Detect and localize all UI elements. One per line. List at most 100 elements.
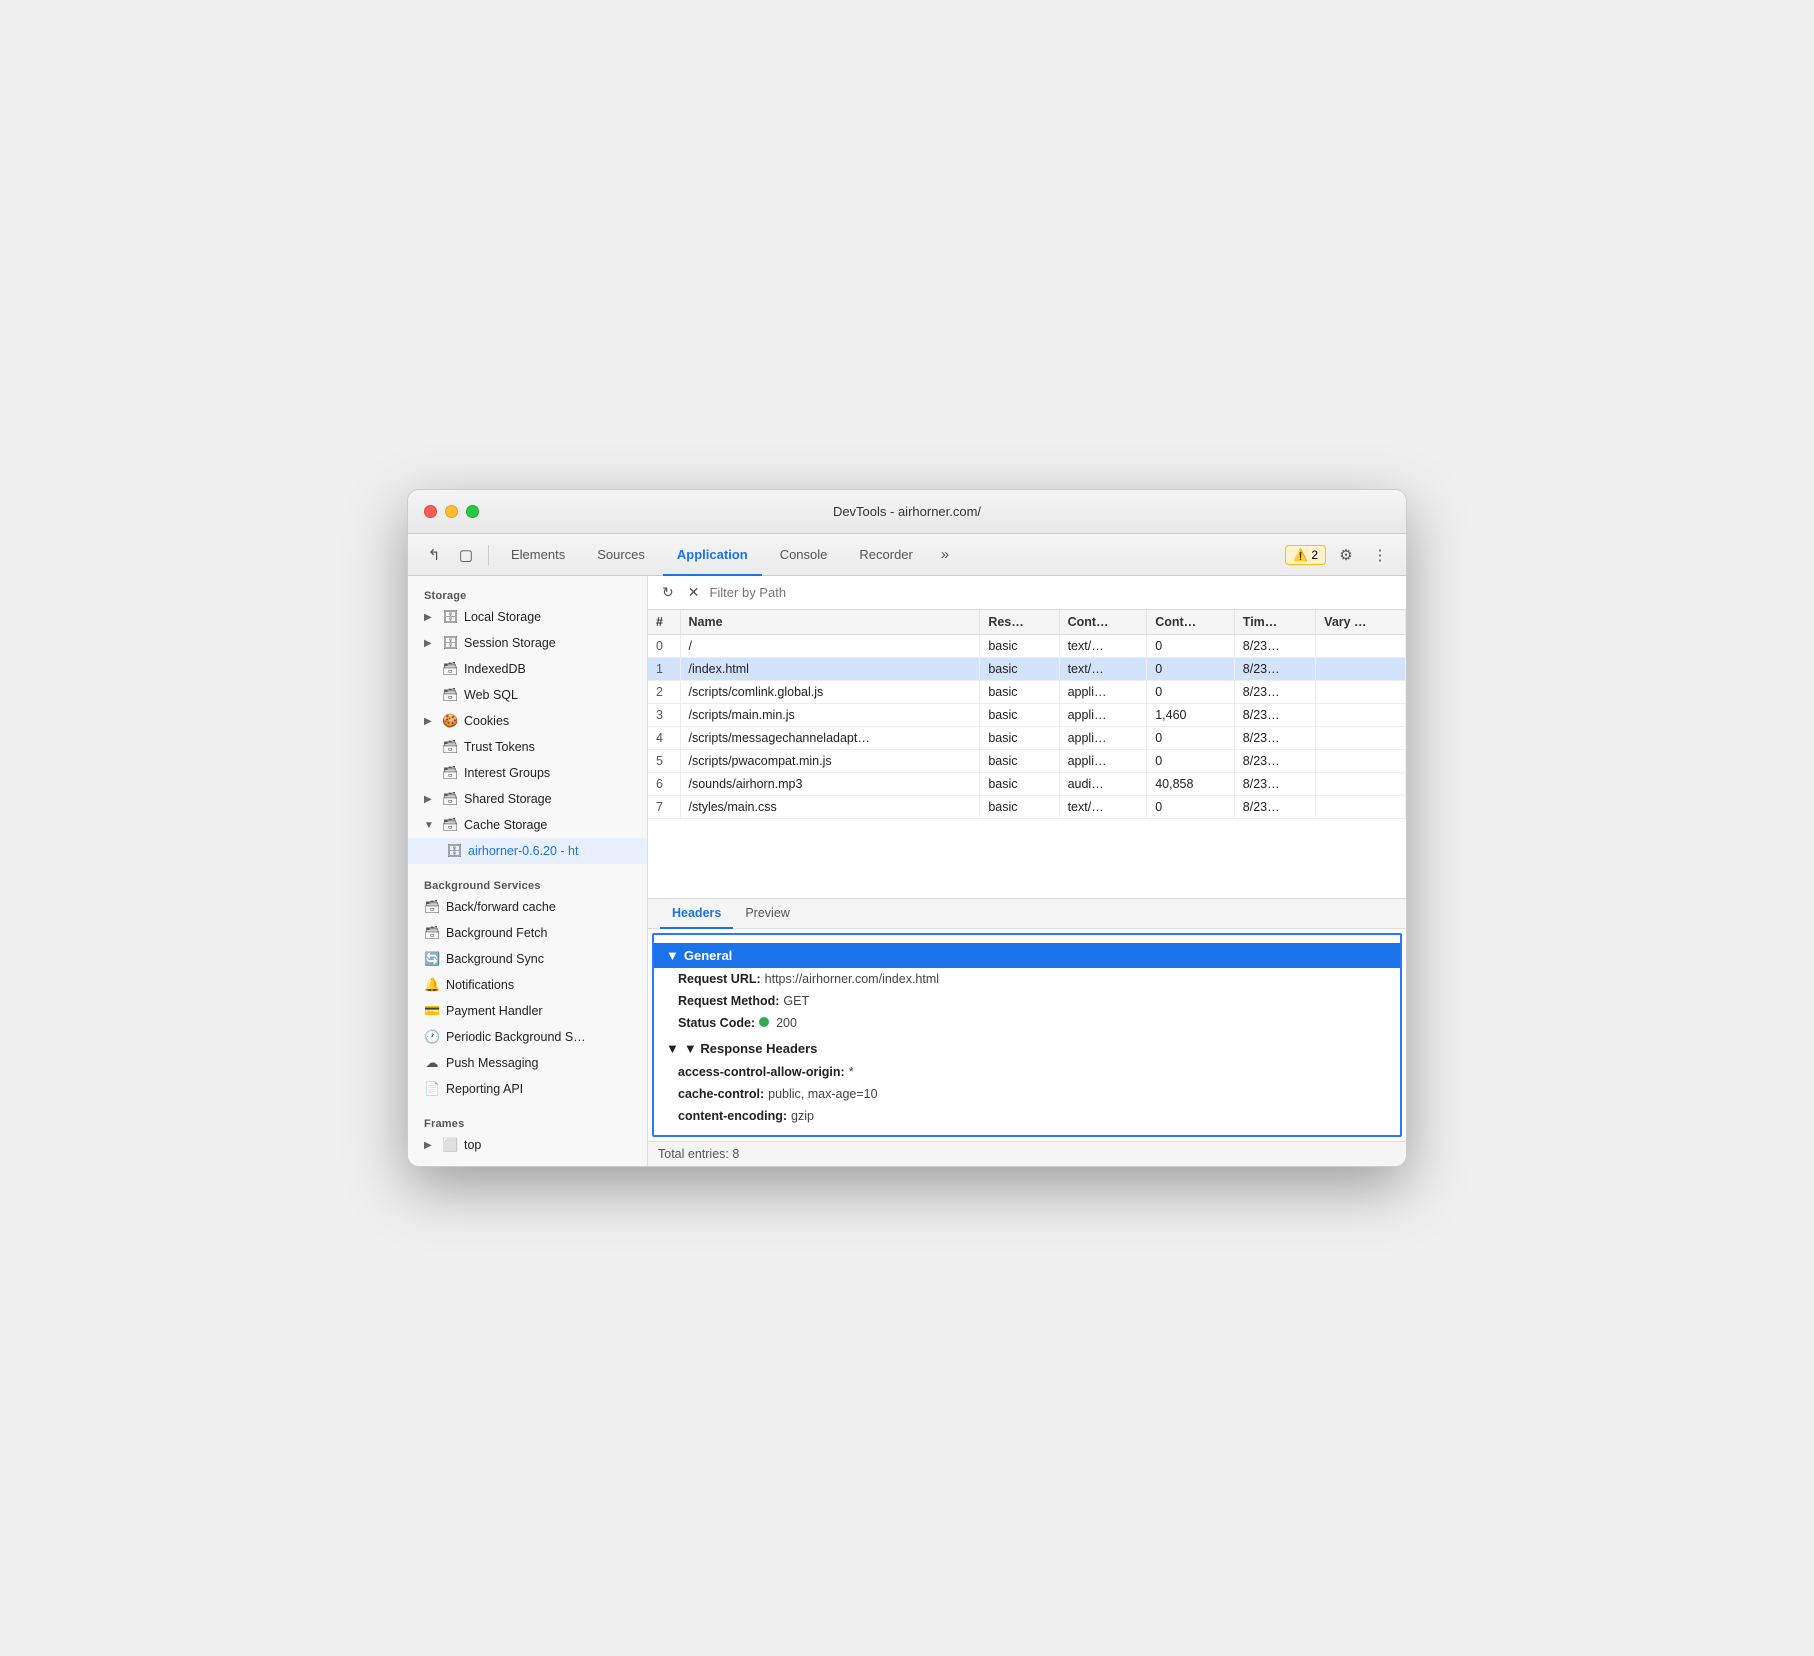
sidebar-item-bg-sync[interactable]: 🔄 Background Sync — [408, 946, 647, 972]
sidebar-item-push-messaging[interactable]: ☁ Push Messaging — [408, 1050, 647, 1076]
minimize-button[interactable] — [445, 505, 458, 518]
arrow-icon: ▼ — [424, 820, 436, 831]
cell-name: /index.html — [680, 658, 980, 681]
general-section-header[interactable]: ▼ General — [654, 943, 1400, 968]
table-row[interactable]: 6 /sounds/airhorn.mp3 basic audi… 40,858… — [648, 773, 1406, 796]
status-dot — [759, 1017, 769, 1027]
sidebar-item-cache-entry[interactable]: 🗄 airhorner-0.6.20 - ht — [408, 838, 647, 864]
cell-res: basic — [980, 635, 1059, 658]
response-headers-label: ▼ Response Headers — [684, 1041, 818, 1056]
rh-key: content-encoding: — [678, 1109, 787, 1123]
payment-icon: 💳 — [424, 1003, 440, 1019]
cursor-icon[interactable]: ↰ — [420, 541, 448, 569]
web-sql-label: Web SQL — [464, 688, 518, 702]
table-row[interactable]: 1 /index.html basic text/… 0 8/23… — [648, 658, 1406, 681]
cookie-icon: 🍪 — [442, 713, 458, 729]
db-icon: 🗃 — [442, 687, 458, 703]
cell-cont2: 0 — [1147, 635, 1235, 658]
sidebar-item-interest-groups[interactable]: ▶ 🗃 Interest Groups — [408, 760, 647, 786]
table-header-row: # Name Res… Cont… Cont… Tim… Vary … — [648, 610, 1406, 635]
col-cont1: Cont… — [1059, 610, 1147, 635]
sidebar-item-reporting-api[interactable]: 📄 Reporting API — [408, 1076, 647, 1102]
sidebar-item-back-forward[interactable]: 🗃 Back/forward cache — [408, 894, 647, 920]
detail-tab-preview[interactable]: Preview — [733, 899, 801, 929]
sidebar-item-notifications[interactable]: 🔔 Notifications — [408, 972, 647, 998]
cell-name: /scripts/messagechanneladapt… — [680, 727, 980, 750]
more-tabs-icon[interactable]: » — [931, 541, 959, 569]
sidebar-item-payment-handler[interactable]: 💳 Payment Handler — [408, 998, 647, 1024]
cell-num: 3 — [648, 704, 680, 727]
more-options-icon[interactable]: ⋮ — [1366, 541, 1394, 569]
refresh-button[interactable]: ↻ — [658, 582, 678, 603]
tab-application[interactable]: Application — [663, 541, 762, 569]
close-button[interactable] — [424, 505, 437, 518]
response-header-row: content-encoding: gzip — [654, 1105, 1400, 1127]
sidebar-item-shared-storage[interactable]: ▶ 🗃 Shared Storage — [408, 786, 647, 812]
content-area: ↻ ✕ # Name Res… Cont… Cont… Tim… — [648, 576, 1406, 1166]
cell-cont2: 0 — [1147, 796, 1235, 819]
sidebar-item-cache-storage[interactable]: ▼ 🗃 Cache Storage — [408, 812, 647, 838]
request-url-key: Request URL: — [678, 972, 761, 986]
col-res: Res… — [980, 610, 1059, 635]
tab-console[interactable]: Console — [766, 541, 842, 569]
cell-res: basic — [980, 727, 1059, 750]
cell-vary — [1316, 773, 1406, 796]
response-headers-section[interactable]: ▼ ▼ Response Headers — [654, 1036, 1400, 1061]
sidebar-item-trust-tokens[interactable]: ▶ 🗃 Trust Tokens — [408, 734, 647, 760]
cell-num: 0 — [648, 635, 680, 658]
sidebar-item-web-sql[interactable]: ▶ 🗃 Web SQL — [408, 682, 647, 708]
table-row[interactable]: 0 / basic text/… 0 8/23… — [648, 635, 1406, 658]
session-storage-label: Session Storage — [464, 636, 556, 650]
cell-res: basic — [980, 750, 1059, 773]
tab-recorder[interactable]: Recorder — [845, 541, 926, 569]
inspect-icon[interactable]: ▢ — [452, 541, 480, 569]
sidebar-item-top[interactable]: ▶ ⬜ top — [408, 1132, 647, 1158]
arrow-icon: ▶ — [424, 794, 436, 805]
bg-services-header: Background Services — [408, 874, 647, 894]
table-row[interactable]: 5 /scripts/pwacompat.min.js basic appli…… — [648, 750, 1406, 773]
trust-tokens-label: Trust Tokens — [464, 740, 535, 754]
tab-elements[interactable]: Elements — [497, 541, 579, 569]
sidebar-item-bg-fetch[interactable]: 🗃 Background Fetch — [408, 920, 647, 946]
arrow-icon: ▶ — [424, 612, 436, 623]
separator — [488, 545, 489, 565]
db-icon: 🗃 — [442, 817, 458, 833]
sidebar-item-periodic-bg[interactable]: 🕐 Periodic Background S… — [408, 1024, 647, 1050]
table-row[interactable]: 4 /scripts/messagechanneladapt… basic ap… — [648, 727, 1406, 750]
maximize-button[interactable] — [466, 505, 479, 518]
cell-tim: 8/23… — [1234, 658, 1315, 681]
clear-button[interactable]: ✕ — [684, 582, 704, 603]
sidebar-item-local-storage[interactable]: ▶ 🗄 Local Storage — [408, 604, 647, 630]
table-row[interactable]: 3 /scripts/main.min.js basic appli… 1,46… — [648, 704, 1406, 727]
cell-cont2: 40,858 — [1147, 773, 1235, 796]
total-bar: Total entries: 8 — [648, 1141, 1406, 1166]
request-url-row: Request URL: https://airhorner.com/index… — [654, 968, 1400, 990]
sidebar-item-cookies[interactable]: ▶ 🍪 Cookies — [408, 708, 647, 734]
local-storage-label: Local Storage — [464, 610, 541, 624]
table-row[interactable]: 7 /styles/main.css basic text/… 0 8/23… — [648, 796, 1406, 819]
storage-section-header: Storage — [408, 584, 647, 604]
sidebar-item-indexeddb[interactable]: ▶ 🗃 IndexedDB — [408, 656, 647, 682]
response-header-row: access-control-allow-origin: * — [654, 1061, 1400, 1083]
db-icon: 🗃 — [442, 791, 458, 807]
settings-icon[interactable]: ⚙ — [1332, 541, 1360, 569]
warning-badge[interactable]: ⚠️ 2 — [1285, 545, 1326, 565]
detail-tab-headers[interactable]: Headers — [660, 899, 733, 929]
fetch-icon: 🗃 — [424, 925, 440, 941]
cell-vary — [1316, 727, 1406, 750]
storage-icon: 🗄 — [442, 635, 458, 651]
toolbar: ↰ ▢ Elements Sources Application Console… — [408, 534, 1406, 576]
warning-count: 2 — [1311, 548, 1318, 562]
bell-icon: 🔔 — [424, 977, 440, 993]
filter-input[interactable] — [709, 585, 1396, 600]
sidebar-item-session-storage[interactable]: ▶ 🗄 Session Storage — [408, 630, 647, 656]
rh-key: access-control-allow-origin: — [678, 1065, 845, 1079]
cell-tim: 8/23… — [1234, 773, 1315, 796]
table-row[interactable]: 2 /scripts/comlink.global.js basic appli… — [648, 681, 1406, 704]
interest-groups-label: Interest Groups — [464, 766, 550, 780]
request-method-val: GET — [783, 994, 809, 1008]
tab-sources[interactable]: Sources — [583, 541, 659, 569]
titlebar: DevTools - airhorner.com/ — [408, 490, 1406, 534]
filter-bar: ↻ ✕ — [648, 576, 1406, 610]
cell-vary — [1316, 658, 1406, 681]
